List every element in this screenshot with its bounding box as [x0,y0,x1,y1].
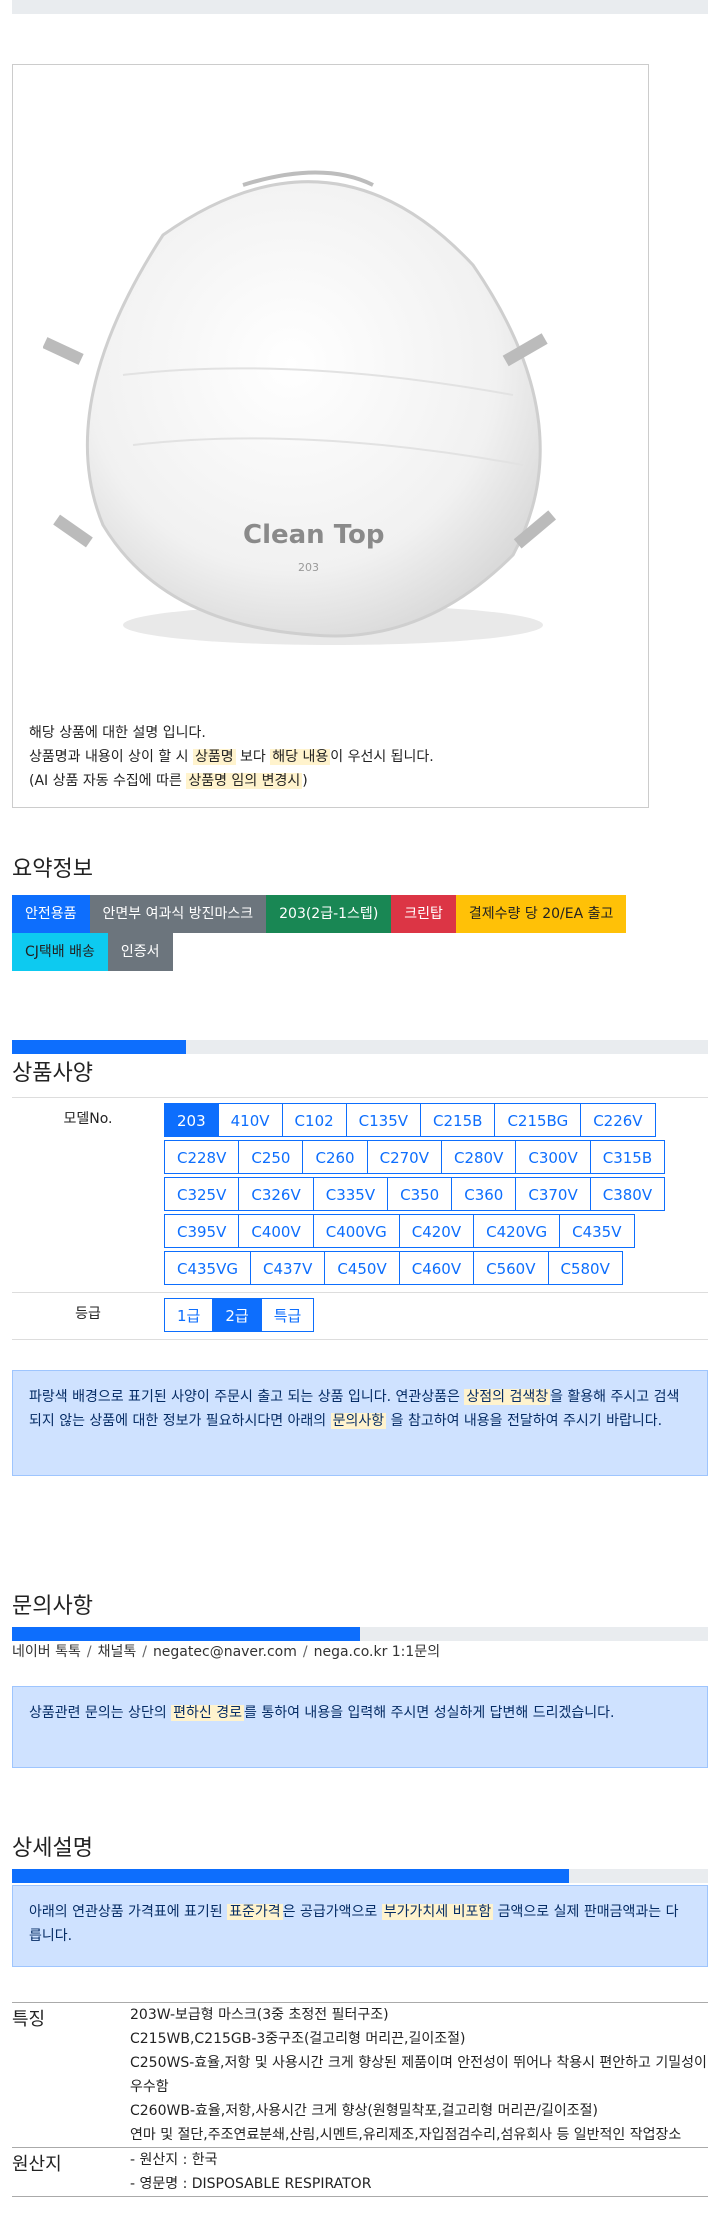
model-option[interactable]: C226V [580,1103,656,1137]
detail-notice: 아래의 연관상품 가격표에 표기된 표준가격 은 공급가액으로 부가가치세 비포함… [12,1885,708,1967]
origin-item: - 원산지 : 한국 [130,2152,218,2168]
contact-channel-talk[interactable]: 채널톡 [98,1644,137,1660]
grade-label: 등급 [75,1306,101,1322]
inquiry-notice: 상품관련 문의는 상단의 편하신 경로 를 통하여 내용을 입력해 주시면 성실하… [12,1686,708,1768]
spec-progress-fill [12,1040,186,1054]
model-option[interactable]: C350 [387,1177,453,1211]
contact-email[interactable]: negatec@naver.com [153,1644,297,1660]
model-option[interactable]: C260 [302,1140,368,1174]
spec-row-grade: 등급 1급 2급 특급 [12,1293,708,1340]
model-option[interactable]: C420V [398,1214,475,1248]
model-option[interactable]: C360 [451,1177,517,1211]
badge-category[interactable]: 안전용품 [12,895,90,933]
grade-option[interactable]: 1급 [164,1298,214,1332]
model-option[interactable]: C135V [345,1103,422,1137]
top-progress-bar [12,0,708,14]
spec-table: 모델No. 203 410V C102 C135V C215B C215BG C226V C2… [12,1097,708,1340]
badge-brand[interactable]: 크린탑 [391,895,456,933]
spec-row-model: 모델No. 203 410V C102 C135V C215B C215BG C226V C2… [12,1098,708,1293]
model-option[interactable]: C435VG [164,1251,251,1285]
model-option[interactable]: C228V [164,1140,240,1174]
grade-option[interactable]: 특급 [260,1298,315,1332]
feature-table: 특징 203W-보급형 마스크(3중 초정전 필터구조) C215WB,C215… [12,2002,708,2197]
mask-product-image: Clean Top 203 [43,170,557,645]
summary-badges: 안전용품 안면부 여과식 방진마스크 203(2급-1스텝) 크린탑 결제수량 … [12,895,712,971]
model-option[interactable]: C215BG [494,1103,582,1137]
summary-title: 요약정보 [12,857,93,882]
grade-options: 1급 2급 특급 [164,1293,708,1339]
feature-row: 특징 203W-보급형 마스크(3중 초정전 필터구조) C215WB,C215… [12,2003,708,2148]
mask-brand-text: Clean Top [243,520,385,550]
feature-item: C215WB,C215GB-3중구조(걸고리형 머리끈,길이조절) [130,2031,466,2047]
spec-progress [12,1040,708,1054]
model-option[interactable]: C420VG [473,1214,561,1248]
detail-progress-fill [12,1869,569,1883]
badge-certificate[interactable]: 인증서 [107,933,173,971]
feature-label: 특징 [12,2009,46,2030]
grade-option[interactable]: 2급 [212,1298,262,1332]
inquiry-progress [12,1627,708,1641]
model-option[interactable]: C250 [238,1140,304,1174]
image-description: 해당 상품에 대한 설명 입니다. 상품명과 내용이 상이 할 시 상품명 보다… [29,721,434,793]
model-option[interactable]: C435V [559,1214,635,1248]
detail-title: 상세설명 [12,1836,93,1861]
origin-list: - 원산지 : 한국 - 영문명 : DISPOSABLE RESPIRATOR [130,2148,708,2196]
inquiry-title: 문의사항 [12,1594,93,1619]
model-option[interactable]: C450V [324,1251,400,1285]
model-options: 203 410V C102 C135V C215B C215BG C226V C228V C25… [164,1098,708,1292]
product-image-box: Clean Top 203 해당 상품에 대한 설명 입니다. 상품명과 내용이… [12,64,649,808]
badge-quantity[interactable]: 결제수량 당 20/EA 출고 [455,895,627,933]
origin-item: - 영문명 : DISPOSABLE RESPIRATOR [130,2176,372,2192]
badge-type[interactable]: 안면부 여과식 방진마스크 [89,895,267,933]
badge-model[interactable]: 203(2급-1스텝) [266,895,392,933]
model-option[interactable]: C580V [547,1251,623,1285]
spec-title: 상품사양 [12,1061,93,1086]
desc-line-3: (AI 상품 자동 수집에 따른 상품명 임의 변경시) [29,773,308,789]
model-option[interactable]: C270V [366,1140,442,1174]
origin-label: 원산지 [12,2154,62,2175]
model-option[interactable]: C315B [589,1140,666,1174]
model-option[interactable]: C395V [164,1214,240,1248]
badge-shipping[interactable]: CJ택배 배송 [12,933,108,971]
feature-item: C250WS-효율,저항 및 사용시간 크게 향상된 제품이며 안전성이 뛰어나… [130,2055,707,2095]
inquiry-progress-fill [12,1627,360,1641]
model-option[interactable]: 203 [164,1103,219,1137]
model-option[interactable]: C400VG [312,1214,400,1248]
desc-line-1: 해당 상품에 대한 설명 입니다. [29,725,206,741]
model-option[interactable]: C380V [589,1177,666,1211]
model-option[interactable]: C370V [515,1177,591,1211]
model-option[interactable]: C460V [398,1251,475,1285]
contact-naver-talk[interactable]: 네이버 톡톡 [12,1644,81,1660]
model-option[interactable]: C280V [440,1140,517,1174]
feature-list: 203W-보급형 마스크(3중 초정전 필터구조) C215WB,C215GB-… [130,2003,708,2147]
model-option[interactable]: 410V [217,1103,283,1137]
model-option[interactable]: C400V [238,1214,314,1248]
mask-model-text: 203 [298,561,319,574]
detail-progress [12,1869,708,1883]
feature-item: 203W-보급형 마스크(3중 초정전 필터구조) [130,2007,389,2023]
model-label: 모델No. [63,1111,113,1127]
contact-breadcrumb: 네이버 톡톡 / 채널톡 / negatec@naver.com / nega.co.kr … [12,1644,441,1660]
contact-site[interactable]: nega.co.kr 1:1문의 [314,1644,440,1660]
model-option[interactable]: C325V [164,1177,240,1211]
desc-line-2: 상품명과 내용이 상이 할 시 상품명 보다 해당 내용 이 우선시 됩니다. [29,749,434,765]
spec-notice: 파랑색 배경으로 표기된 사양이 주문시 출고 되는 상품 입니다. 연관상품은… [12,1370,708,1476]
model-option[interactable]: C102 [281,1103,347,1137]
model-option[interactable]: C437V [250,1251,326,1285]
origin-row: 원산지 - 원산지 : 한국 - 영문명 : DISPOSABLE RESPIR… [12,2148,708,2197]
model-option[interactable]: C560V [473,1251,549,1285]
feature-item: 연마 및 절단,주조연료분쇄,산림,시멘트,유리제조,자입점검수리,섬유회사 등… [130,2127,682,2143]
model-option[interactable]: C335V [312,1177,389,1211]
feature-item: C260WB-효율,저항,사용시간 크게 향상(원형밀착포,걸고리형 머리끈/길… [130,2103,598,2119]
model-option[interactable]: C300V [515,1140,591,1174]
model-option[interactable]: C326V [238,1177,314,1211]
model-option[interactable]: C215B [420,1103,496,1137]
